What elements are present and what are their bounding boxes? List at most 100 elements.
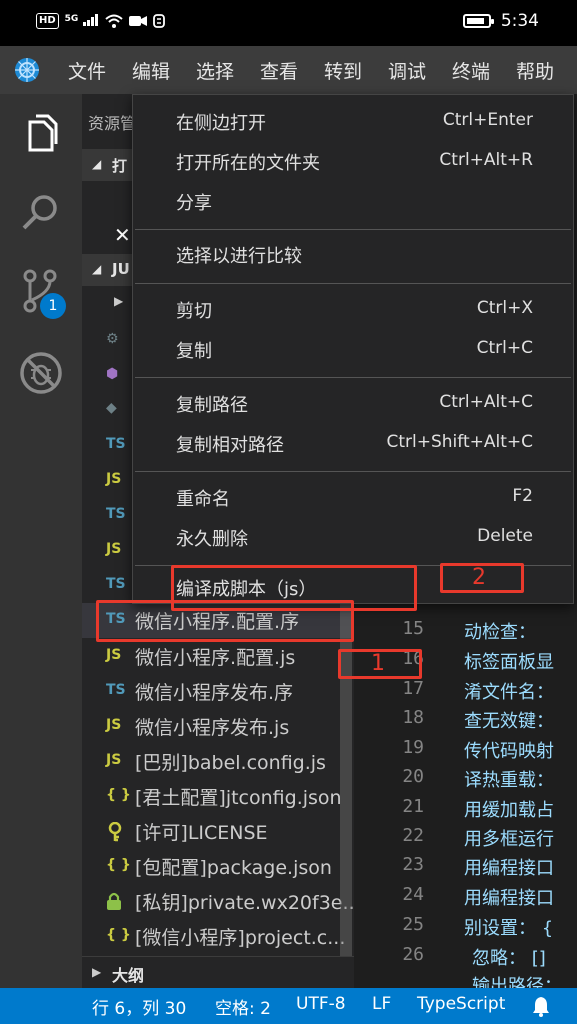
signal-icon: 5G [65,13,99,29]
wifi-icon [104,14,123,28]
line-number: 21 [402,796,424,817]
search-icon[interactable] [16,188,66,238]
menu-help[interactable]: 帮助 [516,57,554,84]
context-menu: 在侧边打开 Ctrl+Enter 打开所在的文件夹 Ctrl+Alt+R 分享 … [132,94,574,604]
chevron-right-icon: ▶ [114,294,124,308]
explorer-icon[interactable] [16,112,66,162]
file-name: [微信小程序]project.c... [135,927,346,949]
file-name: [私钥]private.wx20f3e... [135,892,354,914]
menu-debug[interactable]: 调试 [388,57,426,84]
code-line: 用编程接口 [464,888,554,909]
outline-header[interactable]: ▶ 大纲 [82,956,354,988]
line-number: 18 [402,707,424,728]
file-row[interactable]: JS [巴别]babel.config.js [82,744,354,779]
menu-divider [135,283,571,284]
code-line: 译热重载： [464,770,554,791]
menu-copy-relative-path[interactable]: 复制相对路径 Ctrl+Shift+Alt+C [133,425,573,463]
file-name: [君土配置]jtconfig.json [135,787,342,809]
file-row[interactable]: [私钥]private.wx20f3e... [82,884,354,919]
code-line: 输出路径： [472,976,562,988]
menu-open-to-side[interactable]: 在侧边打开 Ctrl+Enter [133,103,573,141]
phone-status-bar: HD 5G 5:34 [0,0,577,46]
typescript-icon: TS [106,436,126,452]
close-icon[interactable]: ✕ [114,223,131,247]
indentation[interactable]: 空格: 2 [215,994,271,1019]
file-row[interactable]: { } [君土配置]jtconfig.json [82,779,354,814]
file-name: 微信小程序发布.js [135,717,290,739]
line-number: 23 [402,854,424,875]
menu-divider [135,229,571,230]
app-notification-icon [152,14,165,28]
chevron-down-icon: ◢ [92,262,102,276]
app-logo-icon[interactable] [14,57,40,83]
menu-reveal-in-folder[interactable]: 打开所在的文件夹 Ctrl+Alt+R [133,143,573,181]
language-mode[interactable]: TypeScript [417,994,505,1014]
menu-select-for-compare[interactable]: 选择以进行比较 [133,236,573,274]
code-line: 动检查： [464,622,536,643]
line-number: 17 [402,678,424,699]
code-line: 忽略： [] [472,948,546,969]
license-key-icon [108,822,122,842]
source-control-badge: 1 [40,293,66,319]
video-camera-icon [128,16,147,26]
hexagon-icon: ⬢ [106,366,119,382]
typescript-icon: TS [106,682,126,698]
menu-terminal[interactable]: 终端 [452,57,490,84]
menu-view[interactable]: 查看 [260,57,298,84]
code-line: 查无效键： [464,711,554,732]
git-icon: ◆ [106,400,117,416]
line-ending[interactable]: LF [372,994,391,1014]
file-row[interactable]: [许可]LICENSE [82,814,354,849]
line-number: 15 [402,618,424,639]
json-icon: { } [106,927,131,943]
menu-file[interactable]: 文件 [68,57,106,84]
bell-icon[interactable] [530,995,552,1017]
code-line: 用多框运行 [464,829,554,850]
status-bar: 行 6，列 30 空格: 2 UTF-8 LF TypeScript [0,988,577,1024]
menu-copy-path[interactable]: 复制路径 Ctrl+Alt+C [133,385,573,423]
file-row[interactable]: { } [微信小程序]project.c... [82,919,354,954]
code-line: 传代码映射 [464,741,554,762]
shortcut: Ctrl+X [476,298,533,318]
shortcut: F2 [512,486,533,506]
file-name: [许可]LICENSE [135,822,268,844]
shortcut: Ctrl+C [476,338,533,358]
shortcut: Ctrl+Alt+C [439,392,533,412]
menubar: 文件 编辑 选择 查看 转到 调试 终端 帮助 [0,46,577,94]
javascript-icon: JS [106,717,122,733]
json-icon: { } [106,857,131,873]
file-name: 微信小程序.配置.js [135,647,296,669]
file-row[interactable]: JS 微信小程序.配置.js [82,639,354,674]
menu-go[interactable]: 转到 [324,57,362,84]
code-line: 别设置： { [464,918,554,939]
clock: 5:34 [500,11,539,31]
shortcut: Ctrl+Shift+Alt+C [386,432,533,452]
shortcut: Ctrl+Enter [442,110,533,130]
menu-selection[interactable]: 选择 [196,57,234,84]
cursor-position[interactable]: 行 6，列 30 [92,994,186,1019]
file-row[interactable]: JS 微信小程序发布.js [82,709,354,744]
sidebar-title: 资源管 [88,114,137,133]
lock-icon [107,892,121,910]
menu-copy[interactable]: 复制 Ctrl+C [133,331,573,369]
shortcut: Delete [477,526,533,546]
debug-icon[interactable] [16,348,66,398]
encoding[interactable]: UTF-8 [296,994,346,1014]
menu-edit[interactable]: 编辑 [132,57,170,84]
gear-icon: ⚙ [106,331,119,347]
json-icon: { } [106,787,131,803]
javascript-icon: JS [106,541,122,557]
code-line: 用编程接口 [464,858,554,879]
code-line: 用缓加载占 [464,800,554,821]
menu-delete-permanently[interactable]: 永久删除 Delete [133,519,573,557]
menu-divider [135,471,571,472]
javascript-icon: JS [106,752,122,768]
file-row[interactable]: { } [包配置]package.json [82,849,354,884]
menu-share[interactable]: 分享 [133,183,573,221]
menu-cut[interactable]: 剪切 Ctrl+X [133,291,573,329]
line-number: 25 [402,914,424,935]
annotation-label-2: 2 [472,565,486,590]
menu-rename[interactable]: 重命名 F2 [133,479,573,517]
code-line: 标签面板显 [464,652,554,673]
file-row[interactable]: TS 微信小程序发布.序 [82,674,354,709]
